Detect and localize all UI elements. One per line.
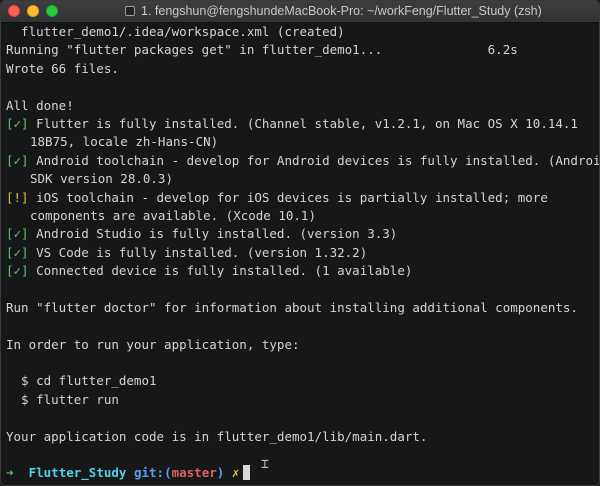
doctor-text: Flutter is fully installed. (Channel sta… [28,115,578,131]
folder-icon [125,6,135,16]
output-line: SDK version 28.0.3) [30,171,173,187]
output-line: $ flutter run [6,391,119,407]
doctor-text: Android toolchain - develop for Android … [28,152,600,168]
doctor-line-android-studio: [✓] Android Studio is fully installed. (… [6,225,596,243]
output-line: Run "flutter doctor" for information abo… [6,299,578,315]
output-line: $ cd flutter_demo1 [6,373,157,389]
output-line: flutter_demo1/.idea/workspace.xml (creat… [6,24,345,39]
prompt-arrow-icon: ➜ [6,465,14,481]
ibeam-cursor-icon: ⌶ [261,457,269,472]
check-mark: [✓] [6,244,29,260]
output-line: All done! [6,97,74,113]
prompt-git-label: git: [133,465,165,481]
check-mark: [✓] [6,115,29,131]
prompt-branch: master [171,465,217,481]
check-mark: [✓] [6,152,29,168]
prompt-dirty-icon: ✗ [231,465,240,481]
doctor-line-flutter: [✓] Flutter is fully installed. (Channel… [6,115,596,133]
doctor-line-android-toolchain: [✓] Android toolchain - develop for Andr… [6,152,599,170]
doctor-text: Android Studio is fully installed. (vers… [28,226,398,242]
terminal-window: 1. fengshun@fengshundeMacBook-Pro: ~/wor… [0,0,600,486]
prompt-paren-open: ( [164,465,172,481]
minimize-window-button[interactable] [27,5,39,17]
output-line: In order to run your application, type: [6,336,300,352]
doctor-line-ios-toolchain: [!] iOS toolchain - develop for iOS devi… [6,189,596,207]
prompt-directory: Flutter_Study [28,465,127,481]
terminal-output[interactable]: flutter_demo1/.idea/workspace.xml (creat… [6,23,599,483]
output-line: components are available. (Xcode 10.1) [30,207,316,223]
check-mark: [✓] [6,263,29,279]
doctor-line-vscode: [✓] VS Code is fully installed. (version… [6,244,596,262]
title-bar[interactable]: 1. fengshun@fengshundeMacBook-Pro: ~/wor… [1,1,599,23]
output-line: Running "flutter packages get" in flutte… [6,42,518,58]
output-line: Your application code is in flutter_demo… [6,428,428,444]
maximize-window-button[interactable] [46,5,58,17]
doctor-text: iOS toolchain - develop for iOS devices … [28,189,548,205]
shell-prompt[interactable]: ➜ Flutter_Study git:(master) ✗ [6,464,596,482]
doctor-text: Connected device is fully installed. (1 … [28,263,413,279]
window-title: 1. fengshun@fengshundeMacBook-Pro: ~/wor… [141,4,542,18]
close-window-button[interactable] [8,5,20,17]
doctor-line-connected-device: [✓] Connected device is fully installed.… [6,262,596,280]
output-line: 18B75, locale zh-Hans-CN) [30,134,219,150]
warning-mark: [!] [6,189,29,205]
text-cursor [243,465,251,481]
doctor-text: VS Code is fully installed. (version 1.3… [28,244,368,260]
check-mark: [✓] [6,226,29,242]
output-line: Wrote 66 files. [6,60,119,76]
